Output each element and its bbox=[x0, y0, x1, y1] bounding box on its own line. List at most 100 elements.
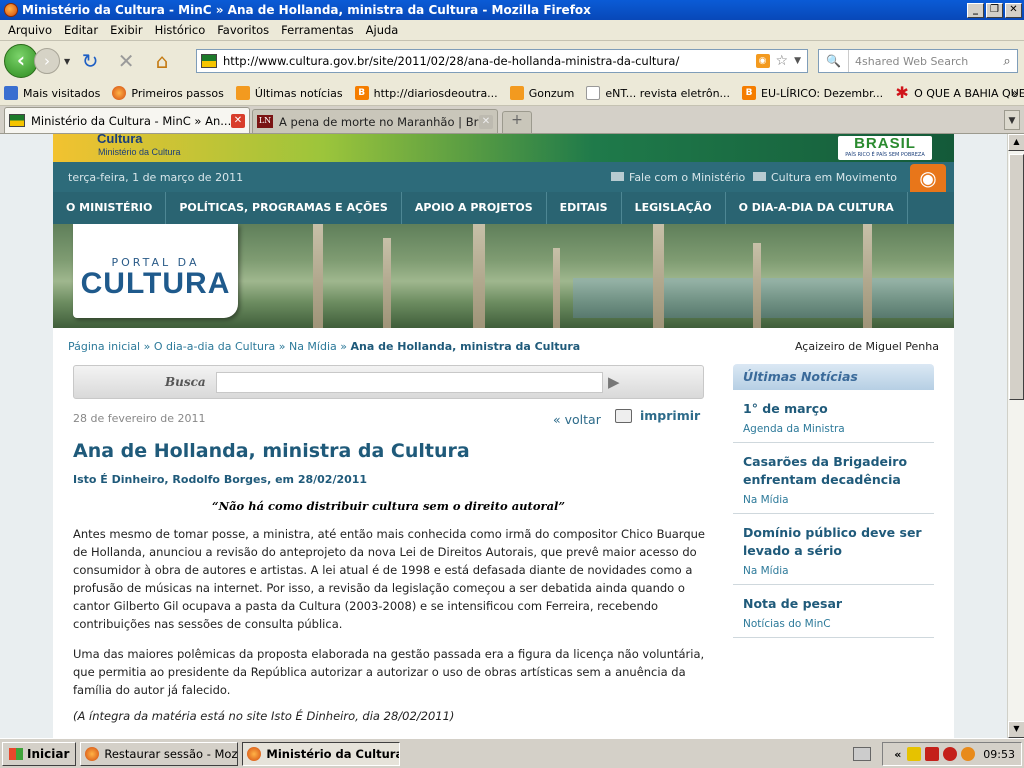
menu-editar[interactable]: Editar bbox=[58, 23, 104, 37]
antivirus-icon[interactable] bbox=[943, 747, 958, 761]
search-bar[interactable]: 🔍 4shared Web Search ⌕ bbox=[818, 49, 1018, 73]
start-button[interactable]: Iniciar bbox=[2, 741, 77, 766]
print-link[interactable]: imprimir bbox=[615, 408, 700, 423]
scroll-up-icon[interactable]: ▲ bbox=[1008, 134, 1024, 151]
site-header-band: Cultura Ministério da Cultura BRASIL PAÍ… bbox=[53, 134, 954, 162]
news-item[interactable]: Casarões da Brigadeiro enfrentam decadên… bbox=[733, 443, 934, 514]
breadcrumb-subsection[interactable]: Na Mídia bbox=[289, 340, 337, 353]
bookmark-item[interactable]: Primeiros passos bbox=[112, 86, 224, 100]
news-item[interactable]: Domínio público deve ser levado a sério … bbox=[733, 514, 934, 585]
menu-ajuda[interactable]: Ajuda bbox=[360, 23, 405, 37]
bookmarks-overflow-icon[interactable]: » bbox=[1011, 86, 1018, 100]
search-input[interactable]: 4shared Web Search bbox=[849, 55, 997, 68]
site-logo-title[interactable]: Cultura bbox=[97, 134, 143, 146]
article-paragraph: Antes mesmo de tomar posse, a ministra, … bbox=[73, 527, 705, 631]
stop-icon[interactable]: ✕ bbox=[112, 47, 140, 75]
nav-legislacao[interactable]: LEGISLAÇÃO bbox=[622, 192, 726, 224]
keyboard-icon[interactable] bbox=[853, 747, 871, 761]
window-titlebar: Ministério da Cultura - MinC » Ana de Ho… bbox=[0, 0, 1024, 20]
menu-arquivo[interactable]: Arquivo bbox=[2, 23, 58, 37]
taskbar-item-ministerio[interactable]: Ministério da Cultura ... bbox=[242, 741, 401, 766]
banner-trunk bbox=[863, 224, 872, 328]
banner-trunk bbox=[383, 238, 391, 328]
tab-close-icon[interactable]: ✕ bbox=[231, 113, 245, 128]
close-button[interactable]: ✕ bbox=[1005, 2, 1022, 18]
breadcrumb-section[interactable]: O dia-a-dia da Cultura bbox=[154, 340, 275, 353]
back-link[interactable]: « voltar bbox=[553, 412, 601, 427]
news-item[interactable]: 1° de março Agenda da Ministra bbox=[733, 390, 934, 443]
acrobat-icon[interactable] bbox=[925, 747, 940, 761]
nav-ministerio[interactable]: O MINISTÉRIO bbox=[53, 192, 167, 224]
rss-feed-icon[interactable]: ◉ bbox=[910, 164, 946, 192]
window-title: Ministério da Cultura - MinC » Ana de Ho… bbox=[22, 3, 591, 17]
search-submit-icon[interactable]: ▶ bbox=[608, 373, 620, 391]
bookmark-star-icon[interactable]: ☆ bbox=[776, 53, 789, 69]
minimize-button[interactable]: _ bbox=[967, 2, 984, 18]
scroll-down-icon[interactable]: ▼ bbox=[1008, 721, 1024, 738]
new-tab-button[interactable]: + bbox=[502, 111, 532, 133]
banner-trunk bbox=[653, 224, 664, 328]
bookmark-item[interactable]: B EU-LÍRICO: Dezembr... bbox=[742, 86, 883, 100]
banner-trunk bbox=[553, 248, 560, 328]
tab-pena-de-morte[interactable]: LN A pena de morte no Maranhão | Brasili… bbox=[252, 109, 498, 133]
search-go-icon[interactable]: ⌕ bbox=[997, 54, 1017, 69]
news-item-category[interactable]: Notícias do MinC bbox=[743, 618, 924, 630]
breadcrumb-home[interactable]: Página inicial bbox=[68, 340, 140, 353]
back-button[interactable]: ‹ bbox=[4, 44, 38, 78]
news-item-title[interactable]: Domínio público deve ser levado a sério bbox=[743, 524, 924, 560]
site-favicon-icon bbox=[9, 114, 25, 127]
nav-apoio[interactable]: APOIO A PROJETOS bbox=[402, 192, 547, 224]
menu-exibir[interactable]: Exibir bbox=[104, 23, 149, 37]
url-input[interactable]: http://www.cultura.gov.br/site/2011/02/2… bbox=[223, 54, 756, 68]
news-item-title[interactable]: 1° de março bbox=[743, 400, 924, 418]
tab-close-icon[interactable]: ✕ bbox=[479, 114, 493, 129]
menu-favoritos[interactable]: Favoritos bbox=[211, 23, 275, 37]
news-item-category[interactable]: Na Mídia bbox=[743, 494, 924, 506]
menu-bar: Arquivo Editar Exibir Histórico Favorito… bbox=[0, 20, 1024, 41]
site-search-input[interactable] bbox=[216, 372, 603, 393]
tray-expand-icon[interactable]: « bbox=[894, 748, 901, 761]
brasil-logo[interactable]: BRASIL PAÍS RICO É PAÍS SEM POBREZA bbox=[838, 136, 932, 160]
nav-editais[interactable]: EDITAIS bbox=[547, 192, 622, 224]
search-label: Busca bbox=[165, 375, 206, 389]
grid-icon bbox=[753, 172, 766, 181]
news-item[interactable]: Nota de pesar Notícias do MinC bbox=[733, 585, 934, 638]
forward-button[interactable]: › bbox=[34, 48, 60, 74]
bookmark-item[interactable]: Mais visitados bbox=[4, 86, 100, 100]
scroll-thumb[interactable] bbox=[1009, 154, 1024, 400]
contact-link[interactable]: Fale com o Ministério bbox=[611, 171, 745, 184]
update-icon[interactable] bbox=[961, 747, 976, 761]
forest-banner: PORTAL DA CULTURA bbox=[53, 224, 954, 328]
bookmark-item[interactable]: Últimas notícias bbox=[235, 86, 343, 100]
history-dropdown-icon[interactable]: ▼ bbox=[64, 57, 70, 66]
home-icon[interactable]: ⌂ bbox=[148, 47, 176, 75]
printer-icon bbox=[615, 408, 632, 423]
nav-dia-a-dia[interactable]: O DIA-A-DIA DA CULTURA bbox=[726, 192, 908, 224]
rss-feed-icon[interactable]: ◉ bbox=[755, 54, 770, 68]
menu-ferramentas[interactable]: Ferramentas bbox=[275, 23, 359, 37]
bookmark-item[interactable]: ✱ O QUE A BAHIA QUE... bbox=[895, 85, 1024, 101]
restore-button[interactable]: ❐ bbox=[986, 2, 1003, 18]
reload-icon[interactable]: ↻ bbox=[76, 47, 104, 75]
vertical-scrollbar[interactable]: ▲ ▼ bbox=[1007, 134, 1024, 738]
url-bar[interactable]: http://www.cultura.gov.br/site/2011/02/2… bbox=[196, 49, 808, 73]
cultura-movimento-link[interactable]: Cultura em Movimento bbox=[753, 171, 897, 184]
nav-politicas[interactable]: POLÍTICAS, PROGRAMAS E AÇÕES bbox=[166, 192, 402, 224]
news-item-title[interactable]: Casarões da Brigadeiro enfrentam decadên… bbox=[743, 453, 924, 489]
taskbar-item-restaurar[interactable]: Restaurar sessão - Mozill... bbox=[80, 741, 239, 766]
main-navigation: O MINISTÉRIO POLÍTICAS, PROGRAMAS E AÇÕE… bbox=[53, 192, 954, 224]
news-item-category[interactable]: Agenda da Ministra bbox=[743, 423, 924, 435]
news-item-category[interactable]: Na Mídia bbox=[743, 565, 924, 577]
bookmark-item[interactable]: Bhttp://diariosdeoutra... bbox=[354, 86, 498, 100]
tab-ministerio[interactable]: Ministério da Cultura - MinC » An... ✕ bbox=[4, 107, 250, 133]
portal-cultura-logo[interactable]: PORTAL DA CULTURA bbox=[73, 224, 238, 318]
breadcrumb-separator: » bbox=[143, 340, 151, 353]
url-dropdown-icon[interactable]: ▼ bbox=[794, 56, 801, 66]
tab-list-dropdown-icon[interactable]: ▼ bbox=[1004, 110, 1020, 130]
bookmark-item[interactable]: Gonzum bbox=[509, 86, 574, 100]
bookmark-item[interactable]: eNT... revista eletrôn... bbox=[586, 86, 730, 100]
search-engine-icon[interactable]: 🔍 bbox=[819, 50, 849, 72]
news-item-title[interactable]: Nota de pesar bbox=[743, 595, 924, 613]
security-shield-icon[interactable] bbox=[907, 747, 922, 761]
menu-historico[interactable]: Histórico bbox=[149, 23, 212, 37]
